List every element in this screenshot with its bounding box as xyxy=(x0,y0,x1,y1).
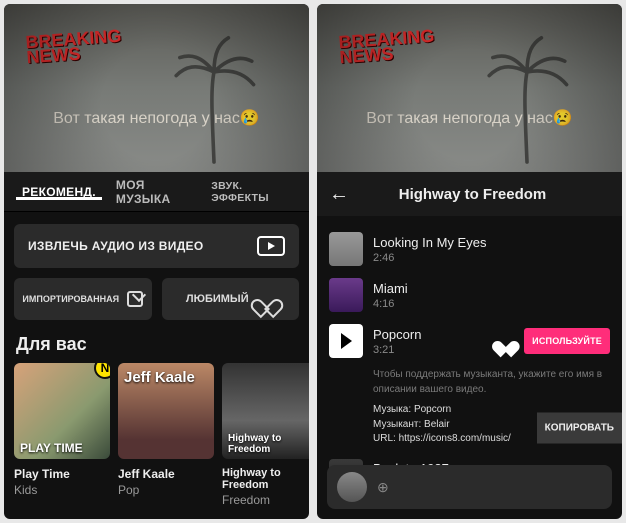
credits-url: https://icons8.com/music/ xyxy=(399,433,511,444)
thumb-label: Jeff Kaale xyxy=(118,363,201,390)
playlist-thumb: Highway to Freedom xyxy=(222,363,309,459)
preview-caption-text: Вот такая непогода у нас xyxy=(53,110,240,127)
preview-caption-text: Вот такая непогода у нас xyxy=(366,110,553,127)
credits-block: Музыка: Popcorn Музыкант: Belair URL: ht… xyxy=(317,403,622,453)
track-row[interactable]: Miami 4:16 xyxy=(317,272,622,318)
emoji-icon: 😢 xyxy=(240,110,260,127)
track-info: Popcorn 3:21 xyxy=(373,327,486,356)
tabs-bar: РЕКОМЕНД. МОЯ МУЗЫКА ЗВУК. ЭФФЕКТЫ xyxy=(4,172,309,212)
track-info: Looking In My Eyes 2:46 xyxy=(373,235,610,264)
detail-header: ← Highway to Freedom xyxy=(317,172,622,216)
video-icon xyxy=(257,236,285,256)
playlist-genre: Pop xyxy=(118,483,214,497)
track-row-selected[interactable]: Popcorn 3:21 ИСПОЛЬЗУЙТЕ xyxy=(317,318,622,364)
heart-icon[interactable] xyxy=(498,334,513,348)
playlist-thumb: N PLAY TIME xyxy=(14,363,110,459)
back-icon[interactable]: ← xyxy=(329,183,349,206)
palm-silhouette xyxy=(482,34,572,164)
bottom-bar: ⊕ xyxy=(327,465,612,509)
avatar[interactable] xyxy=(337,472,367,502)
favorites-button[interactable]: ЛЮБИМЫЙ xyxy=(162,278,300,320)
import-icon xyxy=(127,291,143,307)
breaking-news-sticker: BREAKING NEWS xyxy=(25,29,123,66)
palm-silhouette xyxy=(169,34,259,164)
heart-icon xyxy=(257,291,275,307)
track-duration: 2:46 xyxy=(373,252,610,264)
credits-music-label: Музыка: xyxy=(373,404,411,415)
breaking-news-sticker: BREAKING NEWS xyxy=(338,29,436,66)
favorites-label: ЛЮБИМЫЙ xyxy=(186,293,249,305)
new-badge: N xyxy=(94,363,110,379)
playlist-name: Play Time xyxy=(14,467,110,481)
playlist-genre: Kids xyxy=(14,483,110,497)
preview-caption: Вот такая непогода у нас😢 xyxy=(317,108,622,128)
playlist-name: Highway to Freedom xyxy=(222,467,309,491)
screen-music-library: BREAKING NEWS Вот такая непогода у нас😢 … xyxy=(4,4,309,519)
extract-audio-button[interactable]: ИЗВЛЕЧЬ АУДИО ИЗ ВИДЕО xyxy=(14,224,299,268)
tab-sound-effects[interactable]: ЗВУК. ЭФФЕКТЫ xyxy=(201,180,301,204)
track-name: Popcorn xyxy=(373,327,486,342)
for-you-cards[interactable]: N PLAY TIME Play Time Kids Jeff Kaale Je… xyxy=(4,363,309,513)
use-track-button[interactable]: ИСПОЛЬЗУЙТЕ xyxy=(524,328,610,354)
credits-artist-label: Музыкант: xyxy=(373,419,421,430)
quick-buttons-row: ИМПОРТИРОВАННАЯ ЛЮБИМЫЙ xyxy=(4,278,309,334)
extract-audio-label: ИЗВЛЕЧЬ АУДИО ИЗ ВИДЕО xyxy=(28,239,204,253)
page-title: Highway to Freedom xyxy=(361,186,610,203)
credits-url-label: URL: xyxy=(373,433,396,444)
tab-recommended[interactable]: РЕКОМЕНД. xyxy=(12,185,106,199)
track-duration: 3:21 xyxy=(373,344,486,356)
track-list[interactable]: Looking In My Eyes 2:46 Miami 4:16 Popco… xyxy=(317,216,622,499)
thumb-label: Highway to Freedom xyxy=(222,429,309,459)
credits-music: Popcorn xyxy=(414,404,451,415)
imported-button[interactable]: ИМПОРТИРОВАННАЯ xyxy=(14,278,152,320)
playlist-card[interactable]: N PLAY TIME Play Time Kids xyxy=(14,363,110,507)
thumb-label: PLAY TIME xyxy=(14,437,89,459)
video-preview: BREAKING NEWS Вот такая непогода у нас😢 xyxy=(4,4,309,172)
playlist-thumb: Jeff Kaale xyxy=(118,363,214,459)
track-thumb xyxy=(329,232,363,266)
credits-artist: Belair xyxy=(424,419,450,430)
preview-caption: Вот такая непогода у нас😢 xyxy=(4,108,309,128)
section-for-you-title: Для вас xyxy=(4,334,309,363)
copy-button[interactable]: КОПИРОВАТЬ xyxy=(537,412,622,443)
track-thumb xyxy=(329,278,363,312)
playlist-name: Jeff Kaale xyxy=(118,467,214,481)
screen-playlist-detail: BREAKING NEWS Вот такая непогода у нас😢 … xyxy=(317,4,622,519)
video-preview: BREAKING NEWS Вот такая непогода у нас😢 xyxy=(317,4,622,172)
globe-icon[interactable]: ⊕ xyxy=(377,479,389,496)
playlist-card[interactable]: Highway to Freedom Highway to Freedom Fr… xyxy=(222,363,309,507)
playlist-card[interactable]: Jeff Kaale Jeff Kaale Pop xyxy=(118,363,214,507)
track-info: Miami 4:16 xyxy=(373,281,610,310)
playlist-genre: Freedom xyxy=(222,493,309,507)
track-duration: 4:16 xyxy=(373,298,610,310)
track-name: Looking In My Eyes xyxy=(373,235,610,250)
play-icon[interactable] xyxy=(329,324,363,358)
imported-label: ИМПОРТИРОВАННАЯ xyxy=(22,294,119,304)
track-row[interactable]: Looking In My Eyes 2:46 xyxy=(317,226,622,272)
tab-my-music[interactable]: МОЯ МУЗЫКА xyxy=(106,178,201,206)
track-name: Miami xyxy=(373,281,610,296)
credits-hint: Чтобы поддержать музыканта, укажите его … xyxy=(317,364,622,403)
emoji-icon: 😢 xyxy=(553,110,573,127)
